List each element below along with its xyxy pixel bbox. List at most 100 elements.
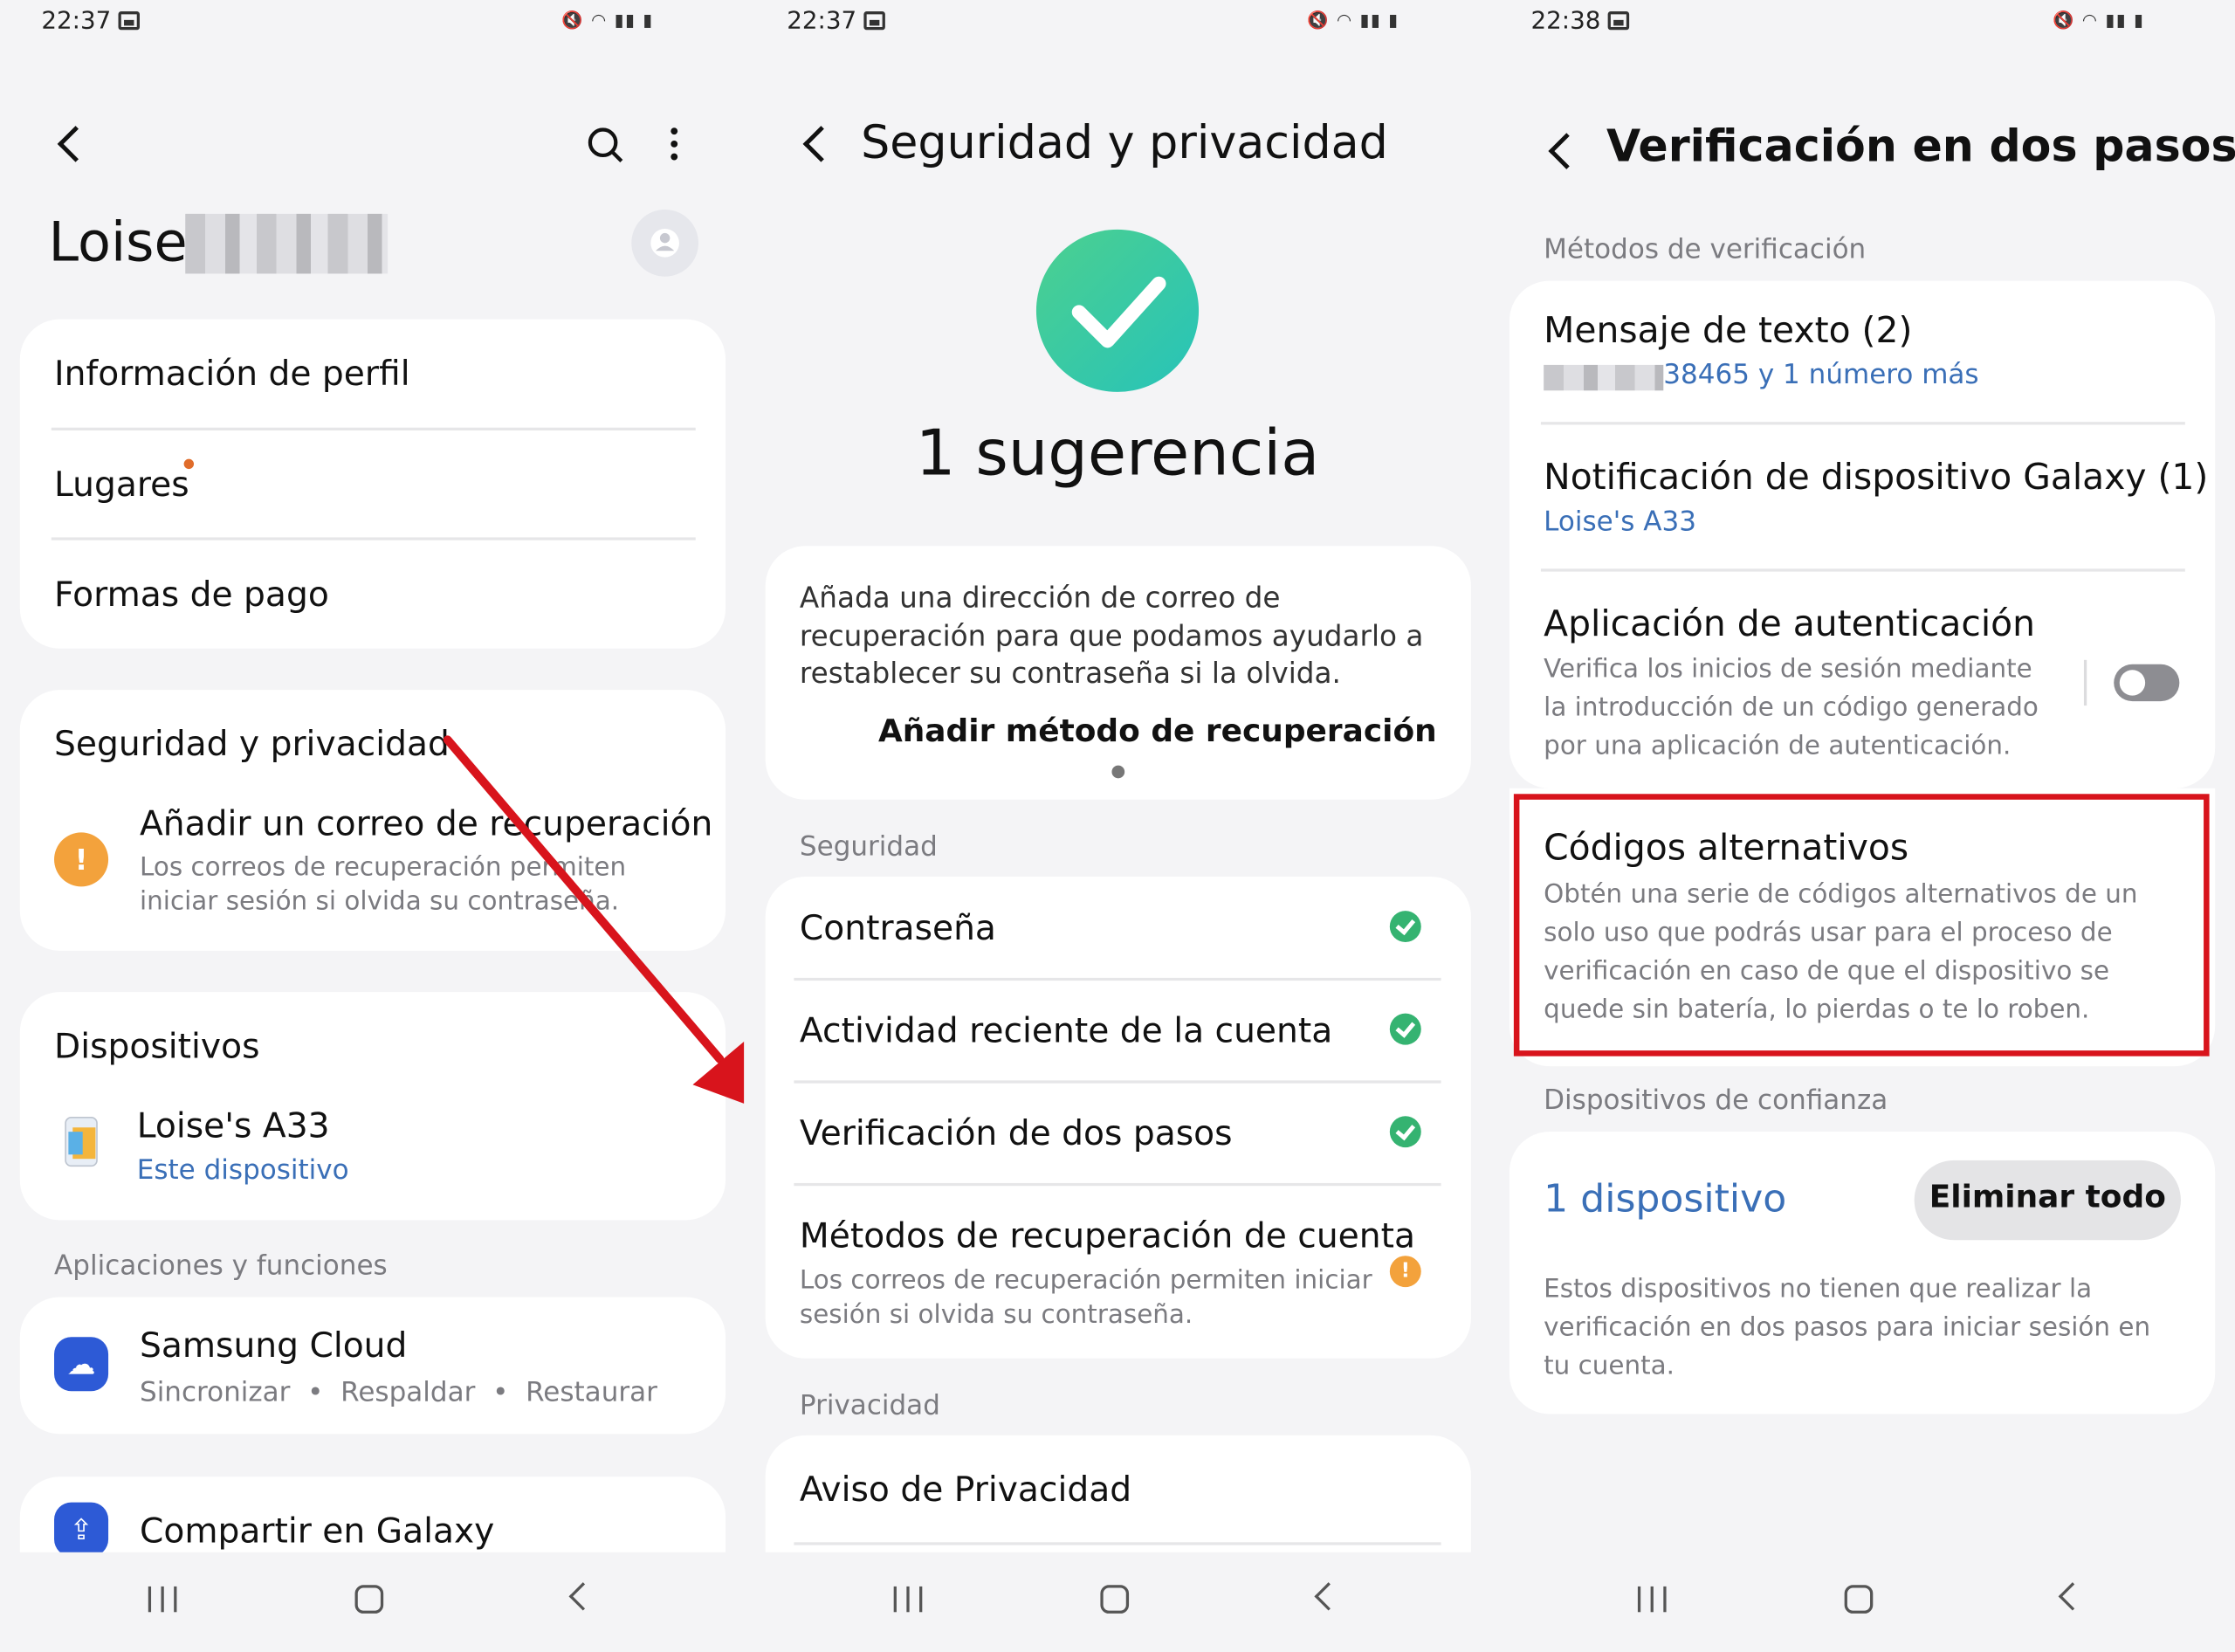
remove-all-label: Eliminar todo — [1929, 1180, 2166, 1216]
profile-name: Loise — [48, 210, 188, 274]
warning-icon: ! — [54, 832, 109, 887]
security-section-label: Seguridad — [799, 830, 938, 863]
status-bar: 22:37 🔇 ◠ ▮▮ ▮ — [0, 7, 744, 38]
gallery-notification-icon — [1607, 11, 1630, 31]
phone-icon — [65, 1117, 98, 1167]
security-privacy-screen: 22:37 🔇 ◠ ▮▮ ▮ Seguridad y privacidad 1 … — [745, 0, 1490, 1652]
auth-app-desc: por una aplicación de autenticación. — [1544, 731, 2012, 761]
device-sub: Este dispositivo — [136, 1154, 349, 1187]
home-icon[interactable] — [1100, 1585, 1130, 1614]
password-item[interactable]: Contraseña — [800, 908, 996, 948]
galaxy-notification-title[interactable]: Notificación de dispositivo Galaxy (1) — [1544, 456, 2208, 497]
gallery-notification-icon — [863, 11, 885, 31]
trusted-device-count[interactable]: 1 dispositivo — [1544, 1177, 1786, 1222]
share-galaxy-title: Compartir en Galaxy — [139, 1511, 495, 1552]
trusted-devices-desc: tu cuenta. — [1544, 1351, 1675, 1381]
nav-bar — [745, 1552, 1490, 1652]
divider — [1540, 568, 2185, 572]
share-icon: ⇪ — [54, 1502, 109, 1557]
ok-check-icon — [1389, 1116, 1421, 1148]
page-title: Seguridad y privacidad — [861, 115, 1388, 170]
remove-all-button[interactable]: Eliminar todo — [1914, 1160, 2181, 1241]
more-options-icon[interactable] — [667, 126, 681, 162]
two-step-verification-screen: 22:38 🔇 ◠ ▮▮ ▮ Verificación en dos pasos… — [1490, 0, 2235, 1652]
recent-apps-icon[interactable] — [148, 1586, 177, 1613]
divider — [2083, 659, 2087, 706]
ok-check-icon — [1389, 911, 1421, 943]
status-time: 22:37 — [787, 7, 857, 36]
ok-check-icon — [1389, 1013, 1421, 1045]
page-title: Verificación en dos pasos — [1606, 120, 2235, 173]
divider — [794, 1080, 1441, 1084]
galaxy-notification-sub: Loise's A33 — [1544, 506, 1697, 538]
places-item[interactable]: Lugares — [54, 465, 189, 505]
red-arrow-annotation — [443, 735, 745, 1104]
avatar[interactable] — [631, 209, 698, 277]
back-nav-icon[interactable] — [2058, 1582, 2087, 1611]
back-icon[interactable] — [1548, 133, 1585, 169]
status-icons: 🔇 ◠ ▮▮ ▮ — [561, 10, 654, 31]
divider — [51, 537, 696, 540]
suggestion-card: Añada una dirección de correo de recuper… — [765, 546, 1471, 800]
nav-bar — [1490, 1552, 2235, 1652]
warning-icon: ! — [1389, 1256, 1421, 1288]
profile-card: Información de perfil Lugares Formas de … — [19, 319, 726, 649]
status-icons: 🔇 ◠ ▮▮ ▮ — [1307, 10, 1399, 31]
home-icon[interactable] — [1844, 1585, 1874, 1614]
trusted-devices-desc: verificación en dos pasos para iniciar s… — [1544, 1312, 2151, 1343]
status-time: 22:37 — [41, 7, 112, 36]
divider — [794, 1542, 1441, 1545]
redacted-surname — [185, 213, 389, 274]
notification-dot — [183, 458, 195, 470]
back-icon[interactable] — [57, 126, 94, 162]
home-icon[interactable] — [354, 1585, 384, 1614]
two-step-verification-item[interactable]: Verificación de dos pasos — [800, 1113, 1233, 1153]
privacy-notice-item[interactable]: Aviso de Privacidad — [800, 1470, 1131, 1510]
recent-apps-icon[interactable] — [893, 1586, 923, 1613]
recovery-methods-item[interactable]: Métodos de recuperación de cuenta — [800, 1215, 1415, 1256]
divider — [1540, 422, 2185, 425]
back-nav-icon[interactable] — [568, 1582, 597, 1611]
search-icon[interactable] — [586, 126, 626, 166]
redacted-number — [1544, 364, 1664, 391]
sms-method-sub: 38465 y 1 número más — [1663, 359, 1979, 391]
suggestion-text: Añada una dirección de correo de — [799, 580, 1281, 615]
auth-app-desc: Verifica los inicios de sesión mediante — [1544, 654, 2032, 685]
trusted-devices-desc: Estos dispositivos no tienen que realiza… — [1544, 1274, 2093, 1304]
recent-apps-icon[interactable] — [1637, 1586, 1667, 1613]
account-screen: 22:37 🔇 ◠ ▮▮ ▮ Loise Información de perf… — [0, 0, 745, 1652]
back-icon[interactable] — [802, 126, 840, 162]
auth-app-desc: la introducción de un código generado — [1544, 692, 2039, 723]
security-list-card: Contraseña Actividad reciente de la cuen… — [765, 876, 1471, 1359]
recovery-methods-desc: Los correos de recuperación permiten ini… — [799, 1265, 1372, 1296]
samsung-cloud-title: Samsung Cloud — [139, 1325, 408, 1366]
auth-app-title[interactable]: Aplicación de autenticación — [1544, 603, 2035, 644]
trusted-devices-card: 1 dispositivo Eliminar todo Estos dispos… — [1509, 1132, 2216, 1415]
sms-method-title[interactable]: Mensaje de texto (2) — [1544, 309, 1912, 350]
divider — [794, 977, 1441, 981]
devices-title: Dispositivos — [54, 1026, 260, 1067]
suggestion-count: 1 sugerencia — [915, 417, 1320, 491]
highlight-box-annotation — [1513, 794, 2210, 1057]
gallery-notification-icon — [118, 11, 140, 31]
divider — [794, 1182, 1441, 1187]
page-indicator — [1111, 765, 1125, 779]
profile-info-item[interactable]: Información de perfil — [54, 354, 410, 394]
samsung-cloud-sub: Sincronizar • Respaldar • Restaurar — [139, 1376, 657, 1408]
cloud-icon: ☁ — [54, 1337, 109, 1392]
recent-activity-item[interactable]: Actividad reciente de la cuenta — [800, 1010, 1332, 1050]
payment-methods-item[interactable]: Formas de pago — [54, 575, 329, 615]
divider — [51, 427, 696, 430]
nav-bar — [0, 1552, 745, 1652]
back-nav-icon[interactable] — [1314, 1582, 1343, 1611]
samsung-cloud-card[interactable]: ☁ Samsung Cloud Sincronizar • Respaldar … — [19, 1297, 726, 1435]
status-time: 22:38 — [1530, 7, 1601, 36]
device-name[interactable]: Loise's A33 — [137, 1106, 330, 1146]
privacy-section-label: Privacidad — [799, 1389, 940, 1421]
methods-section-label: Métodos de verificación — [1544, 233, 1867, 265]
status-bar: 22:38 🔇 ◠ ▮▮ ▮ — [1491, 7, 2235, 38]
security-card-title: Seguridad y privacidad — [54, 724, 450, 764]
auth-app-toggle[interactable] — [2114, 664, 2180, 702]
add-recovery-method-button[interactable]: Añadir método de recuperación — [878, 714, 1437, 750]
trusted-section-label: Dispositivos de confianza — [1544, 1084, 1888, 1117]
